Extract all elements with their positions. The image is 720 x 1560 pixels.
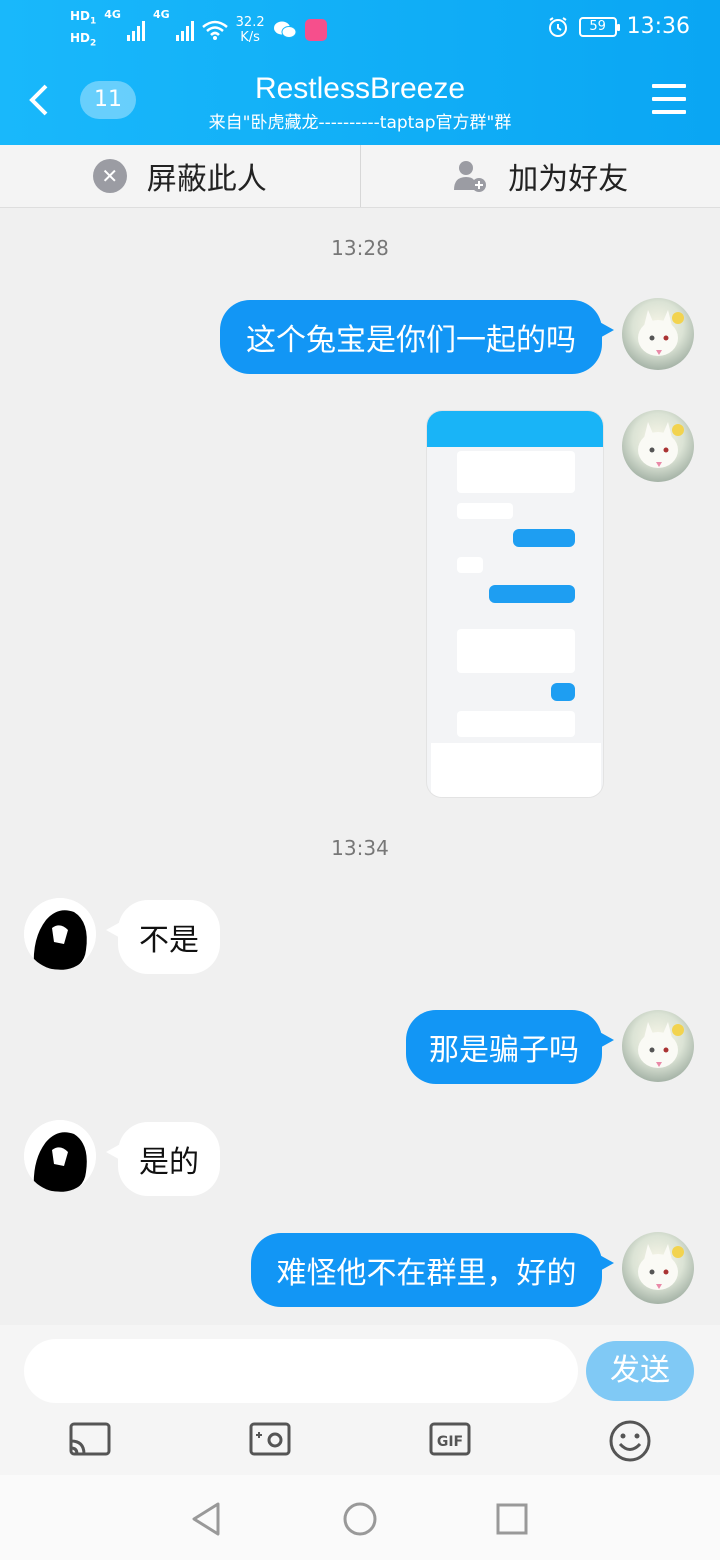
my-avatar[interactable] bbox=[622, 1232, 694, 1304]
wifi-icon bbox=[201, 21, 228, 41]
cast-icon[interactable] bbox=[68, 1421, 112, 1457]
menu-button[interactable] bbox=[652, 84, 686, 114]
battery-icon: 59 bbox=[578, 16, 620, 37]
chat-header: 11 RestlessBreeze 来自"卧虎藏龙----------tapta… bbox=[0, 56, 720, 145]
screenshot-bubble bbox=[489, 585, 575, 603]
block-user-label: 屏蔽此人 bbox=[146, 162, 267, 197]
screenshot-bubble bbox=[457, 451, 575, 493]
nav-back-icon[interactable] bbox=[190, 1501, 222, 1537]
emoji-icon[interactable] bbox=[608, 1419, 652, 1463]
contact-avatar[interactable] bbox=[24, 898, 96, 970]
photo-icon[interactable] bbox=[248, 1421, 292, 1457]
outgoing-message[interactable]: 那是骗子吗 bbox=[406, 1010, 614, 1084]
screenshot-header bbox=[427, 411, 603, 447]
screenshot-bubble bbox=[457, 557, 483, 573]
my-avatar[interactable] bbox=[622, 298, 694, 370]
incoming-message[interactable]: 不是 bbox=[106, 900, 220, 974]
input-bar: 发送 GIF bbox=[0, 1325, 720, 1475]
clock: 13:36 bbox=[626, 14, 690, 39]
screenshot-bubble bbox=[457, 711, 575, 737]
avatar-image bbox=[24, 1120, 96, 1192]
avatar-image bbox=[638, 1022, 684, 1068]
gif-icon[interactable]: GIF bbox=[428, 1421, 472, 1457]
chat-title: RestlessBreeze bbox=[254, 72, 466, 105]
add-friend-label: 加为好友 bbox=[508, 162, 629, 197]
system-navigation-bar bbox=[0, 1475, 720, 1560]
network-type-2: 4G bbox=[152, 8, 170, 21]
screenshot-input-area bbox=[431, 743, 601, 797]
avatar-image bbox=[24, 898, 96, 970]
my-avatar[interactable] bbox=[622, 410, 694, 482]
send-button[interactable]: 发送 bbox=[586, 1341, 694, 1401]
alarm-icon bbox=[548, 16, 567, 37]
avatar-image bbox=[638, 310, 684, 356]
signal-icon bbox=[126, 19, 145, 42]
contact-avatar[interactable] bbox=[24, 1120, 96, 1192]
sim-indicators: HD1 HD2 bbox=[70, 9, 97, 49]
outgoing-message[interactable]: 这个兔宝是你们一起的吗 bbox=[220, 300, 614, 374]
app-notification-icon bbox=[304, 19, 327, 42]
menu-line bbox=[652, 84, 686, 88]
nav-home-icon[interactable] bbox=[342, 1501, 378, 1537]
action-bar: ✕ 屏蔽此人 加为好友 bbox=[0, 145, 720, 208]
menu-line bbox=[652, 97, 686, 101]
incoming-message[interactable]: 是的 bbox=[106, 1122, 220, 1196]
block-icon: ✕ bbox=[92, 159, 127, 193]
screenshot-bubble bbox=[551, 683, 575, 701]
menu-line bbox=[652, 110, 686, 114]
message-input[interactable] bbox=[24, 1339, 578, 1403]
timestamp: 13:28 bbox=[331, 236, 389, 260]
wechat-icon bbox=[273, 21, 297, 39]
network-speed: 32.2 K/s bbox=[235, 15, 265, 46]
screenshot-bubble bbox=[513, 529, 575, 547]
add-user-icon bbox=[454, 161, 487, 192]
signal-icon-2 bbox=[175, 19, 194, 42]
svg-text:GIF: GIF bbox=[437, 1434, 463, 1450]
screenshot-bubble bbox=[457, 503, 513, 519]
nav-recents-icon[interactable] bbox=[496, 1503, 528, 1535]
my-avatar[interactable] bbox=[622, 1010, 694, 1082]
block-user-button[interactable]: ✕ 屏蔽此人 bbox=[0, 145, 360, 207]
status-bar: HD1 HD2 4G 4G 32.2 K/s 59 13:36 bbox=[0, 0, 720, 56]
shared-screenshot-image[interactable] bbox=[426, 410, 604, 798]
outgoing-message[interactable]: 难怪他不在群里，好的 bbox=[251, 1233, 614, 1307]
add-friend-button[interactable]: 加为好友 bbox=[359, 145, 720, 207]
top-bar: HD1 HD2 4G 4G 32.2 K/s 59 13:36 11 Restl… bbox=[0, 0, 720, 145]
network-type-1: 4G bbox=[104, 8, 121, 21]
timestamp: 13:34 bbox=[331, 836, 389, 860]
screenshot-bubble bbox=[457, 629, 575, 673]
chat-subtitle: 来自"卧虎藏龙----------taptap官方群"群 bbox=[208, 113, 512, 133]
avatar-image bbox=[638, 422, 684, 468]
avatar-image bbox=[638, 1244, 684, 1290]
